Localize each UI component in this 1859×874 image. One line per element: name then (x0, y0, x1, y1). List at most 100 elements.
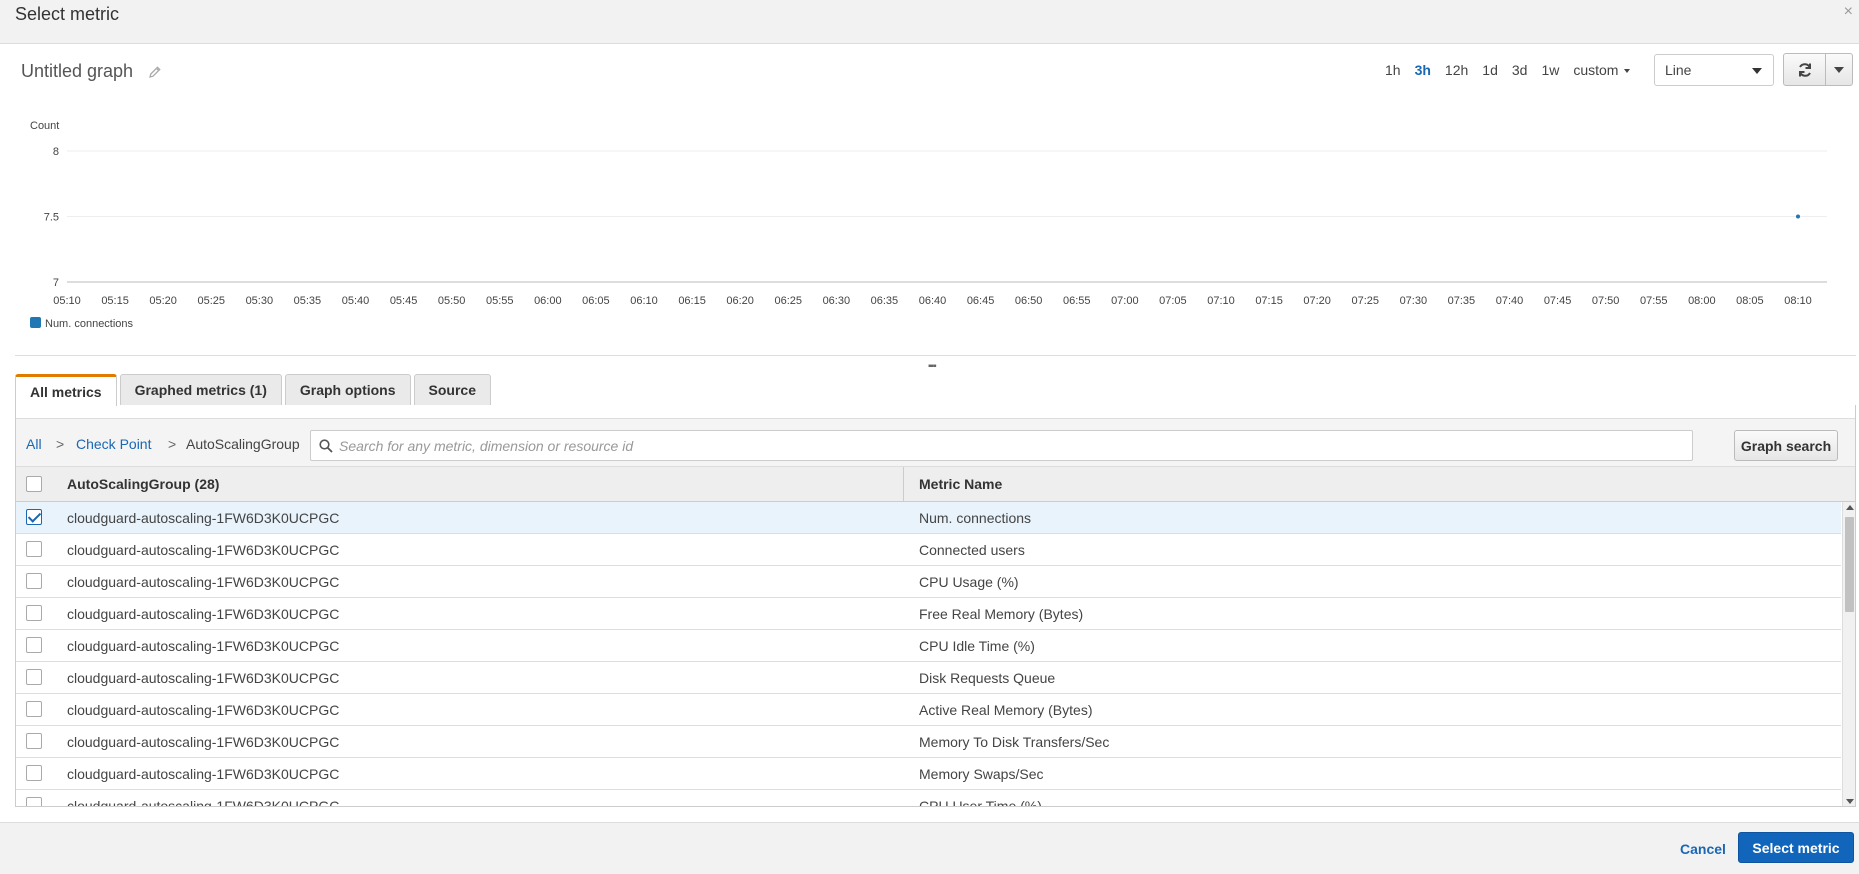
table-row[interactable]: cloudguard-autoscaling-1FW6D3K0UCPGC Disk… (16, 662, 1841, 694)
x-tick-label: 07:35 (1448, 295, 1476, 307)
metric-search-input[interactable] (339, 436, 1679, 456)
row-checkbox[interactable] (26, 573, 42, 589)
breadcrumb-namespace[interactable]: Check Point (76, 436, 151, 452)
row-group-name: cloudguard-autoscaling-1FW6D3K0UCPGC (67, 734, 340, 750)
x-tick-label: 06:40 (919, 295, 947, 307)
row-group-name: cloudguard-autoscaling-1FW6D3K0UCPGC (67, 510, 340, 526)
table-scrollbar[interactable] (1842, 502, 1855, 806)
breadcrumb-separator: > (168, 436, 177, 452)
x-tick-label: 07:20 (1303, 295, 1331, 307)
breadcrumb-all[interactable]: All (26, 436, 42, 452)
x-tick-label: 07:00 (1111, 295, 1139, 307)
x-tick-label: 05:35 (294, 295, 322, 307)
tab-source[interactable]: Source (413, 374, 491, 405)
select-all-checkbox[interactable] (26, 476, 42, 492)
refresh-icon (1798, 62, 1811, 77)
table-row[interactable]: cloudguard-autoscaling-1FW6D3K0UCPGC Num.… (16, 502, 1841, 534)
tab-all-metrics[interactable]: All metrics (15, 374, 117, 406)
visualization-select[interactable]: Line (1654, 54, 1774, 86)
refresh-options-dropdown[interactable] (1826, 54, 1852, 85)
row-checkbox[interactable] (26, 765, 42, 781)
row-checkbox[interactable] (26, 669, 42, 685)
scrollbar-thumb[interactable] (1845, 517, 1854, 612)
row-group-name: cloudguard-autoscaling-1FW6D3K0UCPGC (67, 606, 340, 622)
data-point[interactable] (1796, 214, 1800, 219)
y-axis-label: Count (30, 120, 59, 132)
row-metric-name: Memory To Disk Transfers/Sec (919, 734, 1110, 750)
time-range-selector: 1h 3h 12h 1d 3d 1w custom (1385, 62, 1644, 78)
x-tick-label: 05:45 (390, 295, 418, 307)
x-tick-label: 07:10 (1207, 295, 1235, 307)
table-row[interactable]: cloudguard-autoscaling-1FW6D3K0UCPGC CPU … (16, 566, 1841, 598)
x-tick-label: 08:05 (1736, 295, 1764, 307)
refresh-button[interactable] (1784, 54, 1826, 85)
range-1h[interactable]: 1h (1385, 62, 1401, 78)
row-checkbox[interactable] (26, 637, 42, 653)
row-metric-name: Connected users (919, 542, 1025, 558)
legend-label: Num. connections (45, 318, 134, 330)
row-group-name: cloudguard-autoscaling-1FW6D3K0UCPGC (67, 574, 340, 590)
range-1w[interactable]: 1w (1541, 62, 1559, 78)
y-tick-label: 8 (53, 146, 59, 158)
table-row[interactable]: cloudguard-autoscaling-1FW6D3K0UCPGC CPU … (16, 790, 1841, 807)
scroll-up-icon[interactable] (1846, 505, 1854, 510)
row-checkbox[interactable] (26, 797, 42, 806)
x-tick-label: 07:15 (1255, 295, 1283, 307)
metric-search-box[interactable] (310, 430, 1693, 461)
row-metric-name: CPU User Time (%) (919, 798, 1042, 807)
row-group-name: cloudguard-autoscaling-1FW6D3K0UCPGC (67, 670, 340, 686)
table-header: AutoScalingGroup (28) Metric Name (16, 467, 1855, 502)
x-tick-label: 07:40 (1496, 295, 1524, 307)
row-group-name: cloudguard-autoscaling-1FW6D3K0UCPGC (67, 542, 340, 558)
tab-graphed-metrics[interactable]: Graphed metrics (1) (119, 374, 282, 405)
x-tick-label: 06:20 (726, 295, 754, 307)
x-tick-label: 05:20 (149, 295, 177, 307)
graph-title[interactable]: Untitled graph (21, 61, 133, 82)
graph-search-button[interactable]: Graph search (1734, 430, 1838, 461)
select-metric-button[interactable]: Select metric (1738, 832, 1854, 863)
x-tick-label: 06:10 (630, 295, 658, 307)
metrics-toolbar: All > Check Point > AutoScalingGroup Gra… (16, 419, 1855, 467)
cancel-button[interactable]: Cancel (1680, 841, 1726, 857)
tab-graph-options[interactable]: Graph options (284, 374, 411, 405)
table-row[interactable]: cloudguard-autoscaling-1FW6D3K0UCPGC CPU … (16, 630, 1841, 662)
row-checkbox[interactable] (26, 509, 42, 525)
table-row[interactable]: cloudguard-autoscaling-1FW6D3K0UCPGC Memo… (16, 758, 1841, 790)
table-row[interactable]: cloudguard-autoscaling-1FW6D3K0UCPGC Free… (16, 598, 1841, 630)
modal-title: Select metric (15, 4, 120, 24)
metrics-panel: All > Check Point > AutoScalingGroup Gra… (15, 405, 1856, 807)
pencil-icon[interactable] (148, 65, 162, 79)
metrics-table-body: cloudguard-autoscaling-1FW6D3K0UCPGC Num.… (16, 502, 1841, 807)
legend-swatch (30, 317, 41, 328)
range-1d[interactable]: 1d (1482, 62, 1498, 78)
column-header-group[interactable]: AutoScalingGroup (28) (67, 476, 219, 492)
chart-legend: Num. connections (30, 317, 134, 330)
x-tick-label: 07:50 (1592, 295, 1620, 307)
x-tick-label: 06:15 (678, 295, 706, 307)
range-12h[interactable]: 12h (1445, 62, 1468, 78)
x-tick-label: 05:40 (342, 295, 370, 307)
x-tick-label: 08:10 (1784, 295, 1812, 307)
chevron-down-icon (1834, 66, 1844, 73)
metric-tabs: All metrics Graphed metrics (1) Graph op… (15, 374, 494, 406)
x-tick-label: 06:30 (823, 295, 851, 307)
x-tick-label: 06:25 (774, 295, 802, 307)
row-checkbox[interactable] (26, 605, 42, 621)
scroll-down-icon[interactable] (1846, 799, 1854, 804)
range-3h[interactable]: 3h (1415, 62, 1431, 78)
row-checkbox[interactable] (26, 541, 42, 557)
x-tick-label: 05:50 (438, 295, 466, 307)
table-row[interactable]: cloudguard-autoscaling-1FW6D3K0UCPGC Conn… (16, 534, 1841, 566)
x-tick-label: 06:05 (582, 295, 610, 307)
close-icon[interactable]: × (1844, 3, 1853, 21)
table-row[interactable]: cloudguard-autoscaling-1FW6D3K0UCPGC Acti… (16, 694, 1841, 726)
range-custom-dropdown[interactable]: custom (1573, 62, 1630, 78)
row-checkbox[interactable] (26, 701, 42, 717)
row-checkbox[interactable] (26, 733, 42, 749)
table-row[interactable]: cloudguard-autoscaling-1FW6D3K0UCPGC Memo… (16, 726, 1841, 758)
resize-handle[interactable]: ▪▪▪ (928, 361, 937, 372)
column-header-metric[interactable]: Metric Name (919, 476, 1002, 492)
row-metric-name: Disk Requests Queue (919, 670, 1056, 686)
range-3d[interactable]: 3d (1512, 62, 1528, 78)
row-metric-name: Free Real Memory (Bytes) (919, 606, 1084, 622)
